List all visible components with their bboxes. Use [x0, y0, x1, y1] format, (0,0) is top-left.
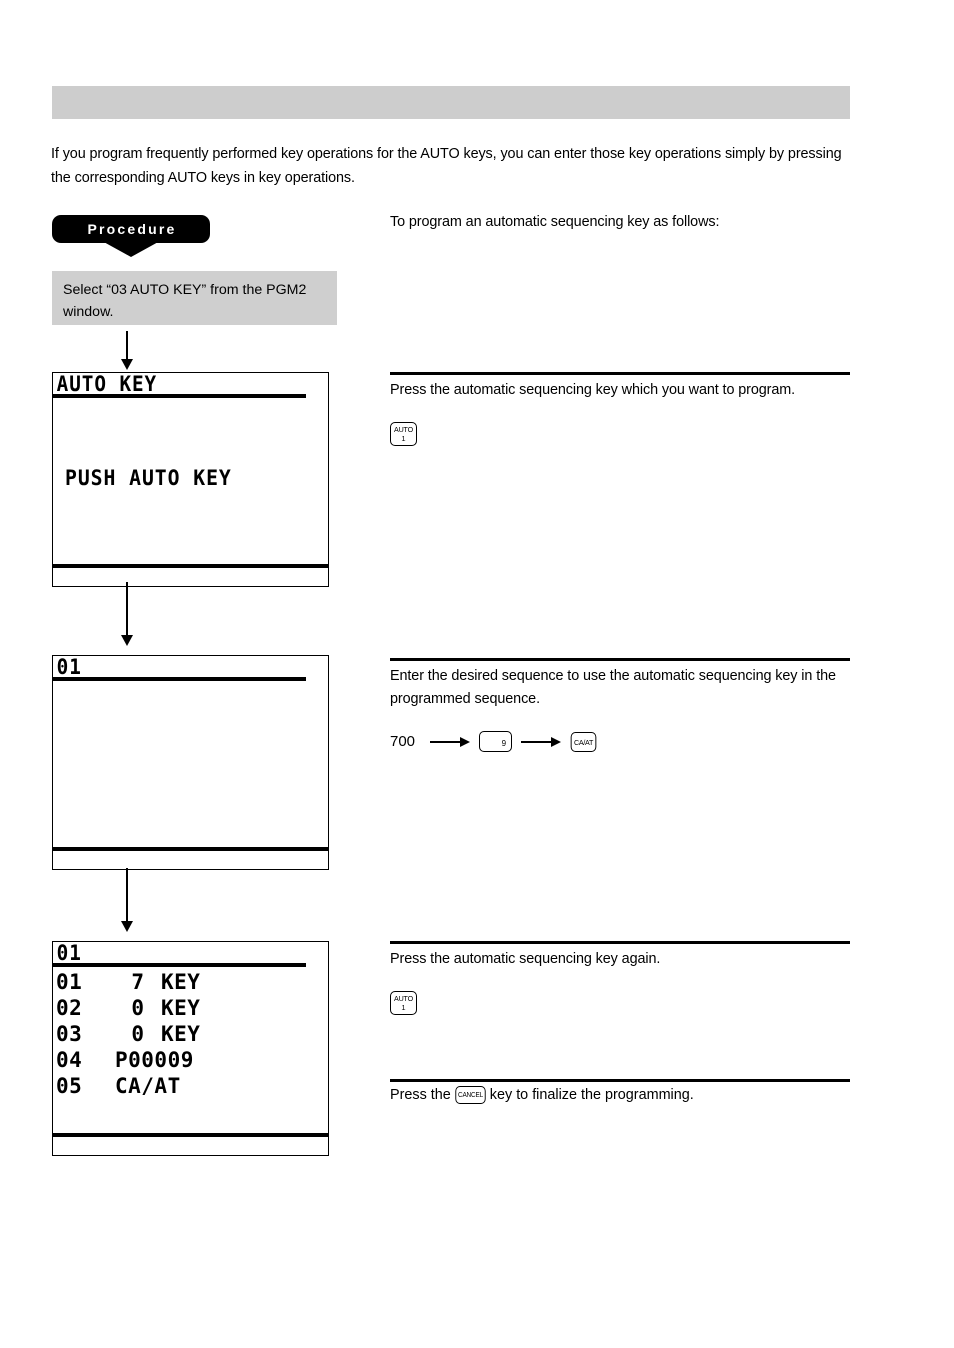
finalize-text-after: key to finalize the programming. [489, 1087, 694, 1103]
lcd-row-label: KEY [161, 996, 201, 1020]
arrow-head [121, 635, 133, 646]
instruction-section-4: Press the CANCEL key to finalize the pro… [390, 1086, 850, 1104]
lcd-sequence-row: 05 CA/AT [53, 1073, 328, 1099]
lcd-title-1: AUTO KEY [53, 373, 306, 398]
arrow-shaft [126, 331, 128, 361]
lcd-sequence-row: 03 0 KEY [53, 1021, 328, 1047]
lcd-sequence-row: 02 0 KEY [53, 995, 328, 1021]
lcd-display-panel-2: 01 [52, 655, 329, 870]
lcd-row-arg: P00009 [115, 1048, 194, 1072]
step-instruction-box: Select “03 AUTO KEY” from the PGM2 windo… [52, 271, 337, 325]
auto-key-icon[interactable]: AUTO 1 [390, 991, 417, 1015]
instruction-section-1: Press the automatic sequencing key which… [390, 379, 850, 446]
lcd-row-arg: 7 [131, 970, 145, 994]
procedure-badge-label: Procedure [52, 215, 210, 243]
cancel-key-icon[interactable]: CANCEL [455, 1086, 486, 1104]
arrow-shaft [126, 582, 128, 637]
instruction-text-3: Press the automatic sequencing key again… [390, 951, 661, 967]
section-header-bar [52, 86, 850, 119]
lcd-row-arg: CA/AT [115, 1074, 181, 1098]
instruction-text-1: Press the automatic sequencing key which… [390, 382, 796, 398]
section-divider-3 [390, 941, 850, 944]
procedure-badge-tail-icon [102, 241, 160, 257]
lcd-sequence-row: 01 7 KEY [53, 969, 328, 995]
lcd-display-panel-3: 01 01 7 KEY 02 0 KEY 03 0 KEY 04 P00009 … [52, 941, 329, 1156]
arrow-head [121, 359, 133, 370]
arrow-shaft [430, 740, 462, 743]
lcd-row-label: KEY [161, 1022, 201, 1046]
lcd-row-index: 02 [56, 996, 83, 1020]
lcd-status-bar-1 [53, 564, 328, 586]
intro-paragraph: If you program frequently performed key … [51, 146, 842, 186]
lcd-title-3: 01 [53, 942, 306, 967]
procedure-intro-text-block: To program an automatic sequencing key a… [390, 211, 850, 234]
lcd-sequence-row: 04 P00009 [53, 1047, 328, 1073]
lcd-row-index: 05 [56, 1074, 83, 1098]
key-row-3: AUTO 1 [390, 991, 850, 1015]
arrow-right-icon [521, 736, 562, 748]
instruction-section-3: Press the automatic sequencing key again… [390, 948, 850, 1015]
arrow-head [121, 921, 133, 932]
lcd-row-index: 03 [56, 1022, 83, 1046]
finalize-instruction: Press the CANCEL key to finalize the pro… [390, 1086, 850, 1104]
arrow-head [460, 736, 471, 747]
auto-key-label-top: AUTO [394, 425, 413, 434]
lcd-row-index: 04 [56, 1048, 83, 1072]
arrow-head [551, 736, 562, 747]
sequence-number-value: 700 [390, 733, 416, 750]
arrow-shaft [126, 868, 128, 923]
lcd-row-arg: 0 [131, 996, 145, 1020]
arrow-down-icon [120, 331, 134, 371]
auto-key-icon[interactable]: AUTO 1 [390, 422, 417, 446]
digit-key-label: 9 [501, 739, 507, 748]
finalize-text-before: Press the [390, 1087, 451, 1103]
lcd-title-2: 01 [53, 656, 306, 681]
instruction-text-2: Enter the desired sequence to use the au… [390, 668, 836, 707]
lcd-body-2 [53, 681, 328, 847]
lcd-body-3: 01 7 KEY 02 0 KEY 03 0 KEY 04 P00009 05 … [53, 967, 328, 1133]
section-divider-1 [390, 372, 850, 375]
lcd-row-index: 01 [56, 970, 83, 994]
digit-key-icon[interactable]: 9 [479, 731, 513, 752]
auto-key-label-bottom: 1 [401, 1002, 406, 1012]
section-divider-2 [390, 658, 850, 661]
arrow-right-icon [430, 736, 471, 748]
ca-at-key-icon[interactable]: CA/AT [570, 731, 597, 752]
lcd-row-arg: 0 [131, 1022, 145, 1046]
auto-key-label-top: AUTO [394, 994, 413, 1003]
section-divider-4 [390, 1079, 850, 1082]
procedure-intro-text: To program an automatic sequencing key a… [390, 214, 720, 230]
lcd-body-1: PUSH AUTO KEY [53, 398, 328, 564]
lcd-status-bar-3 [53, 1133, 328, 1155]
lcd-center-message-1: PUSH AUTO KEY [65, 466, 232, 490]
arrow-down-icon [120, 582, 134, 648]
key-row-1: AUTO 1 [390, 422, 850, 446]
lcd-row-label: KEY [161, 970, 201, 994]
lcd-display-panel-1: AUTO KEY PUSH AUTO KEY [52, 372, 329, 587]
arrow-down-icon [120, 868, 134, 934]
arrow-shaft [521, 740, 553, 743]
procedure-badge: Procedure [52, 215, 210, 259]
step-instruction-text: Select “03 AUTO KEY” from the PGM2 windo… [63, 282, 307, 320]
key-sequence-row: 700 9 CA/AT [390, 731, 850, 752]
lcd-status-bar-2 [53, 847, 328, 869]
instruction-section-2: Enter the desired sequence to use the au… [390, 665, 850, 752]
auto-key-label-bottom: 1 [401, 433, 406, 443]
